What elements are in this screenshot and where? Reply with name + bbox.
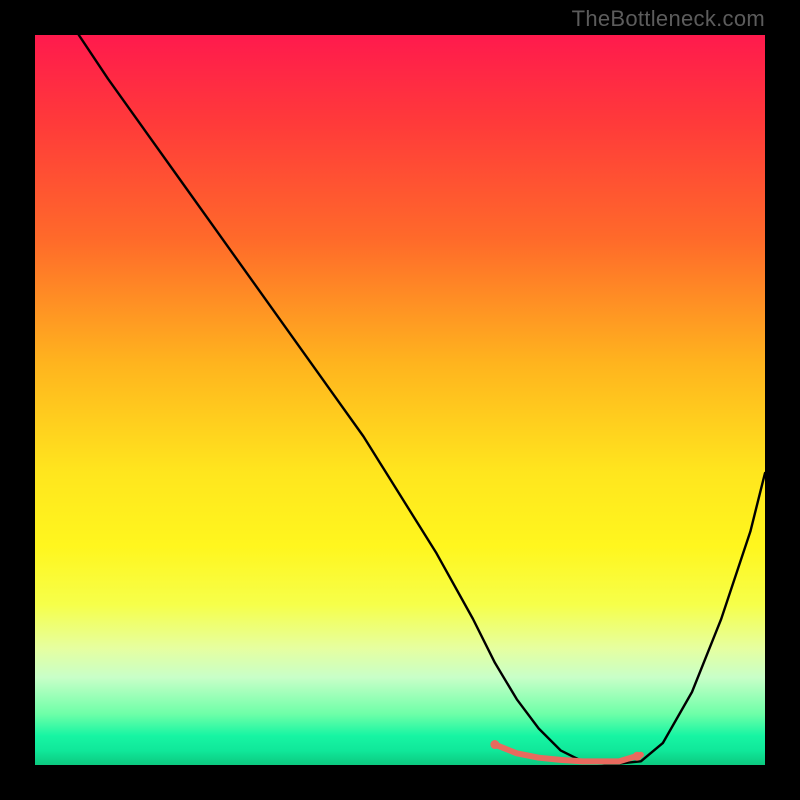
- plot-area: [35, 35, 765, 765]
- watermark-text: TheBottleneck.com: [572, 6, 765, 32]
- chart-frame: TheBottleneck.com: [0, 0, 800, 800]
